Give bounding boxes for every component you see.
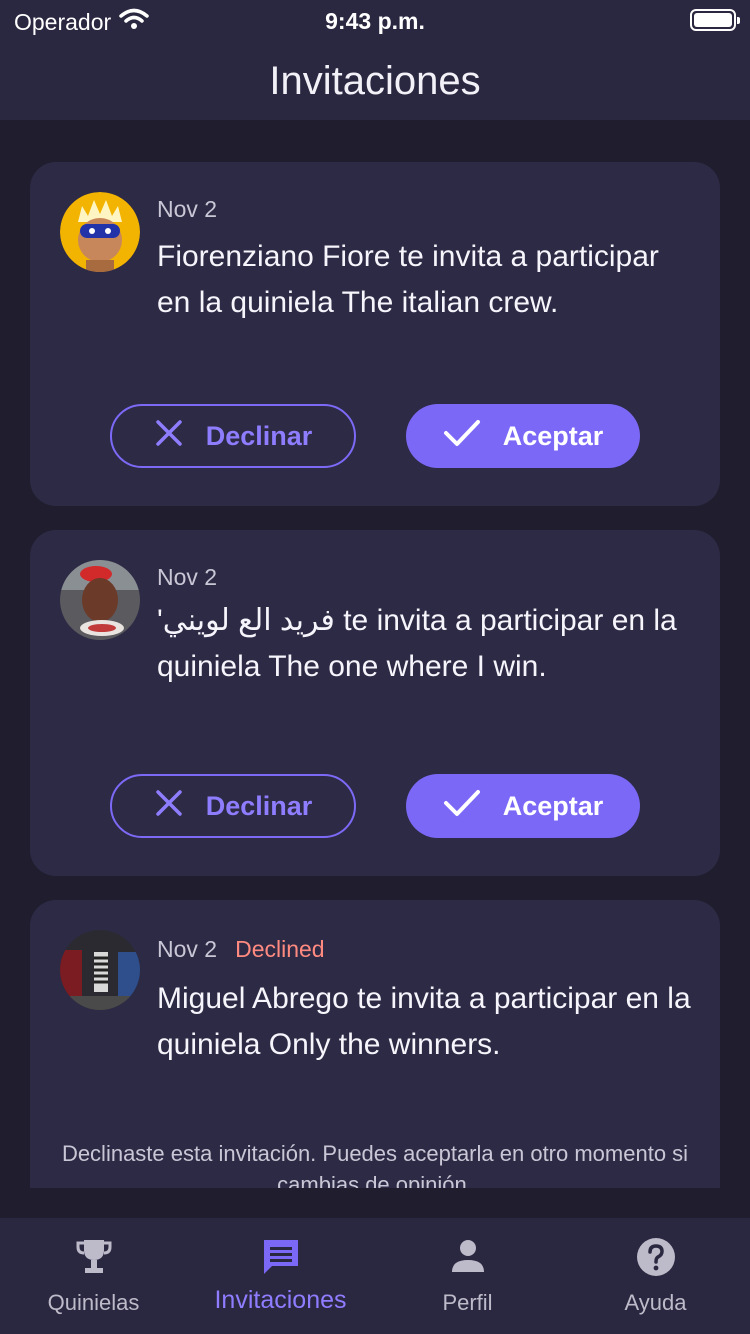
invitation-card: Nov 2 'فريد الع لويني te invita a partic… <box>30 530 720 876</box>
invitation-date: Nov 2 <box>157 564 218 590</box>
tab-invitaciones[interactable]: Invitaciones <box>187 1218 374 1334</box>
tab-label: Invitaciones <box>214 1286 347 1314</box>
tab-label: Ayuda <box>624 1290 687 1315</box>
invitation-message: Fiorenziano Fiore te invita a participar… <box>157 240 659 319</box>
invitation-meta: Nov 2 Declined <box>157 936 325 963</box>
accept-button[interactable]: Aceptar <box>406 774 640 838</box>
invitation-card: Nov 2 Fiorenziano Fiore te invita a part… <box>30 162 720 506</box>
decline-button-label: Declinar <box>205 790 313 821</box>
tab-perfil[interactable]: Perfil <box>374 1218 561 1334</box>
invitation-date: Nov 2 <box>157 936 218 962</box>
page-title: Invitaciones <box>269 59 481 103</box>
invitation-meta: Nov 2 <box>157 196 217 223</box>
trophy-icon <box>0 1236 187 1276</box>
invitation-date: Nov 2 <box>157 196 218 222</box>
check-icon <box>443 418 481 455</box>
status-bar: Operador 9:43 p.m. <box>0 0 750 42</box>
invitation-message: 'فريد الع لويني te invita a participar e… <box>157 604 677 683</box>
close-icon <box>154 788 184 825</box>
accept-button-label: Aceptar <box>502 420 604 451</box>
invitation-message: Miguel Abrego te invita a participar en … <box>157 982 691 1061</box>
avatar <box>60 560 140 640</box>
chat-icon <box>187 1236 374 1278</box>
status-time: 9:43 p.m. <box>325 8 425 34</box>
decline-button-label: Declinar <box>205 420 313 451</box>
close-icon <box>154 418 184 455</box>
avatar <box>60 930 140 1010</box>
accept-button-label: Aceptar <box>502 790 604 821</box>
tab-bar: Quinielas Invitaciones Perfil Ayuda <box>0 1218 750 1334</box>
person-icon <box>374 1236 561 1276</box>
navigation-bar: Invitaciones <box>0 42 750 120</box>
tab-ayuda[interactable]: Ayuda <box>562 1218 749 1334</box>
invitation-card: Nov 2 Declined Miguel Abrego te invita a… <box>30 900 720 1188</box>
help-icon <box>562 1236 749 1278</box>
tab-label: Quinielas <box>47 1290 140 1315</box>
declined-note: Declinaste esta invitación. Puedes acept… <box>61 1141 689 1188</box>
invitation-meta: Nov 2 <box>157 564 217 591</box>
check-icon <box>443 788 481 825</box>
avatar <box>60 192 140 272</box>
battery-icon <box>690 9 740 31</box>
tab-quinielas[interactable]: Quinielas <box>0 1218 187 1334</box>
accept-button[interactable]: Aceptar <box>406 404 640 468</box>
tab-label: Perfil <box>442 1290 493 1315</box>
invitations-list[interactable]: Nov 2 Fiorenziano Fiore te invita a part… <box>0 120 750 1188</box>
decline-button[interactable]: Declinar <box>110 404 356 468</box>
decline-button[interactable]: Declinar <box>110 774 356 838</box>
status-badge: Declined <box>235 936 325 962</box>
